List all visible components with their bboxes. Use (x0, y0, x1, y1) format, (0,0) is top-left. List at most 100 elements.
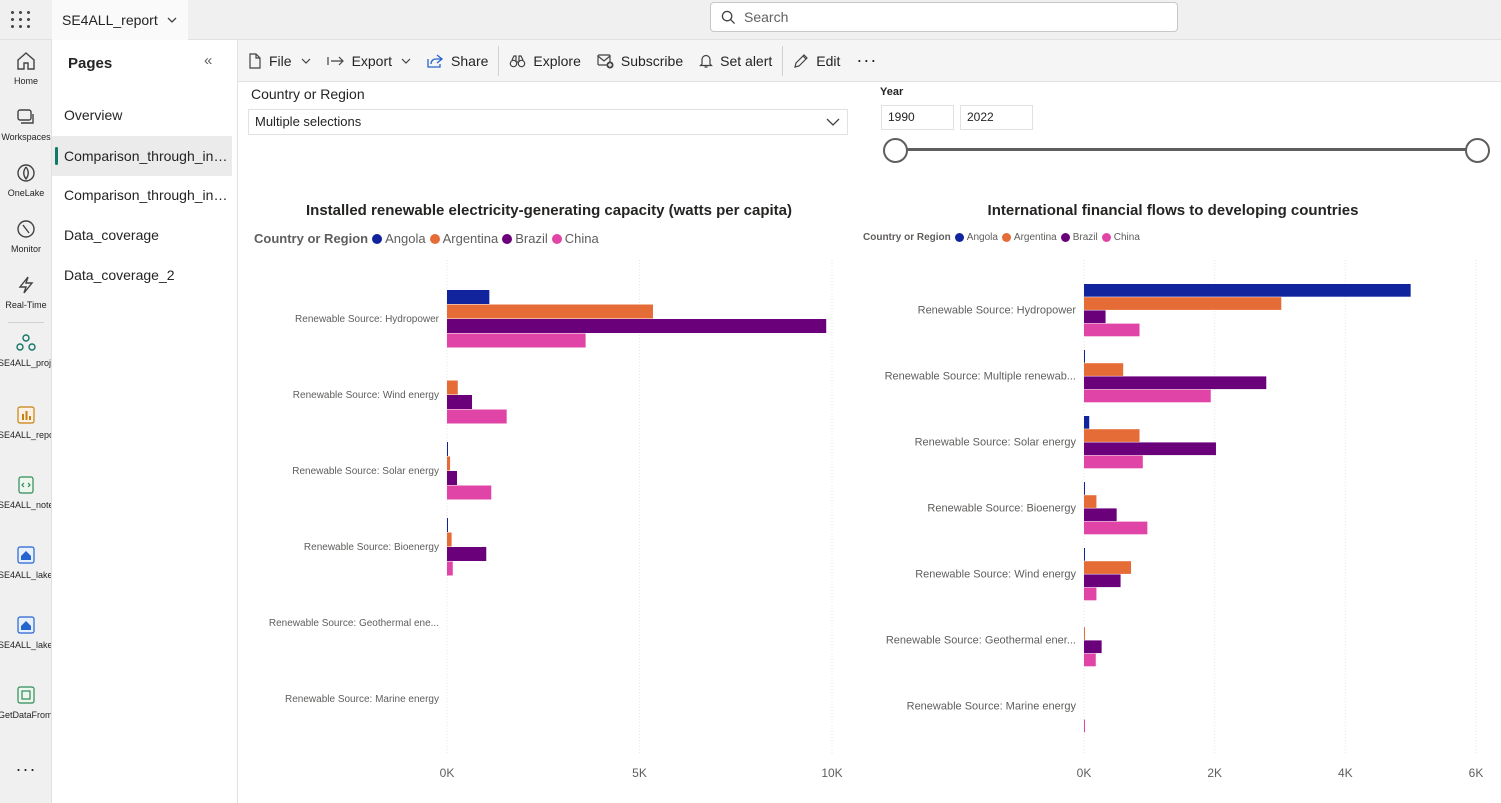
chevron-down-icon (167, 17, 177, 23)
rail-item-getdatafromapi[interactable]: GetDataFromAPI (0, 684, 52, 722)
bar-angola[interactable] (447, 442, 448, 456)
rail-item-notebook[interactable]: SE4ALL_notebook (0, 474, 51, 512)
rail-item-home[interactable]: Home (0, 50, 51, 88)
bar-angola[interactable] (1084, 482, 1085, 495)
legend-item-argentina[interactable]: Argentina (1001, 232, 1057, 243)
bar-argentina[interactable] (1084, 561, 1132, 574)
legend-marker (1060, 233, 1070, 242)
page-tab-comparison-1[interactable]: Comparison_through_indicators (52, 136, 232, 176)
bar-brazil[interactable] (447, 319, 827, 333)
legend-item-argentina[interactable]: Argentina (429, 231, 498, 246)
bar-china[interactable] (1084, 719, 1085, 733)
category-label: Renewable Source: Bioenergy (304, 542, 439, 553)
rail-label: SE4ALL_lakehouse (0, 640, 51, 650)
rail-label: GetDataFromAPI (0, 710, 52, 720)
legend-item-brazil[interactable]: Brazil (502, 231, 548, 246)
rail-more-icon[interactable]: ··· (0, 760, 51, 778)
export-menu-button[interactable]: Export (319, 45, 419, 77)
bar-brazil[interactable] (1084, 310, 1106, 324)
more-options-icon[interactable]: ··· (848, 45, 885, 77)
bar-brazil[interactable] (447, 547, 487, 561)
bar-argentina[interactable] (1084, 297, 1282, 310)
category-label: Renewable Source: Geothermal ene... (269, 618, 439, 629)
bar-brazil[interactable] (1084, 508, 1117, 522)
page-tab-comparison-2[interactable]: Comparison_through_indicators_2 (52, 175, 232, 215)
bar-china[interactable] (1084, 521, 1148, 535)
edit-button[interactable]: Edit (785, 45, 848, 77)
page-tab-data-coverage-2[interactable]: Data_coverage_2 (52, 255, 232, 295)
bar-china[interactable] (1084, 389, 1211, 403)
rail-item-workspaces[interactable]: Workspaces (0, 106, 51, 144)
bar-china[interactable] (447, 333, 586, 348)
legend-item-angola[interactable]: Angola (372, 231, 426, 246)
rail-item-real-time[interactable]: Real-Time (0, 274, 51, 312)
bar-brazil[interactable] (1084, 574, 1121, 588)
page-tab-overview[interactable]: Overview (52, 95, 232, 135)
legend-label: Angola (966, 232, 998, 243)
country-slicer-dropdown[interactable]: Multiple selections (248, 109, 848, 135)
bar-china[interactable] (447, 561, 453, 576)
bar-china[interactable] (1084, 323, 1140, 337)
year-slider-end-handle[interactable] (1465, 138, 1490, 163)
chevron-down-icon (401, 58, 411, 64)
bar-argentina[interactable] (1084, 429, 1140, 442)
rail-label: SE4ALL_report (0, 430, 51, 440)
bar-brazil[interactable] (447, 395, 473, 409)
bar-argentina[interactable] (1084, 627, 1085, 640)
rail-item-lakehouse-1[interactable]: SE4ALL_lakehouse (0, 544, 51, 582)
bar-argentina[interactable] (447, 304, 653, 319)
file-menu-button[interactable]: File (240, 45, 319, 77)
bar-angola[interactable] (1084, 284, 1411, 297)
set-alert-button[interactable]: Set alert (691, 45, 780, 77)
bar-argentina[interactable] (447, 456, 451, 471)
bar-china[interactable] (447, 485, 492, 500)
bar-argentina[interactable] (447, 532, 452, 547)
legend-item-china[interactable]: China (1101, 232, 1140, 243)
rail-item-onelake[interactable]: OneLake (0, 162, 51, 200)
legend-marker (372, 233, 383, 244)
rail-item-monitor[interactable]: Monitor (0, 218, 51, 256)
bar-argentina[interactable] (447, 380, 458, 395)
search-placeholder: Search (744, 9, 789, 25)
year-from-input[interactable]: 1990 (881, 105, 954, 130)
bar-argentina[interactable] (1084, 363, 1124, 376)
file-icon (249, 52, 261, 69)
app-launcher-icon[interactable] (9, 9, 30, 29)
bar-angola[interactable] (447, 290, 490, 304)
bar-angola[interactable] (1084, 416, 1090, 429)
bar-angola[interactable] (447, 518, 448, 532)
subscribe-button[interactable]: Subscribe (589, 45, 691, 77)
legend-marker (1101, 233, 1111, 242)
bar-brazil[interactable] (1084, 442, 1216, 456)
year-slider-start-handle[interactable] (883, 138, 908, 163)
year-slicer-title: Year (880, 86, 904, 98)
bar-angola[interactable] (1084, 350, 1085, 363)
bar-brazil[interactable] (1084, 640, 1102, 654)
legend-title: Country or Region (254, 231, 369, 246)
bar-angola[interactable] (1084, 548, 1085, 561)
bar-china[interactable] (1084, 455, 1143, 469)
page-tab-data-coverage[interactable]: Data_coverage (52, 215, 232, 255)
year-slider-track[interactable] (896, 148, 1478, 151)
bar-argentina[interactable] (1084, 495, 1097, 508)
legend-item-china[interactable]: China (551, 231, 599, 246)
report-name-dropdown[interactable]: SE4ALL_report (52, 0, 188, 40)
bar-china[interactable] (447, 409, 507, 424)
rail-item-report[interactable]: SE4ALL_report (0, 404, 51, 442)
legend-item-angola[interactable]: Angola (954, 232, 998, 243)
year-to-input[interactable]: 2022 (960, 105, 1033, 130)
bar-brazil[interactable] (1084, 376, 1267, 390)
collapse-pane-icon[interactable]: « (204, 52, 222, 70)
bar-china[interactable] (1084, 587, 1097, 601)
country-slicer-title: Country or Region (251, 86, 365, 102)
legend-item-brazil[interactable]: Brazil (1060, 232, 1098, 243)
search-input[interactable]: Search (710, 2, 1178, 32)
legend-label: China (564, 231, 599, 246)
explore-button[interactable]: Explore (501, 45, 588, 77)
report-icon (17, 406, 35, 424)
bar-brazil[interactable] (447, 471, 458, 485)
rail-item-lakehouse-2[interactable]: SE4ALL_lakehouse (0, 614, 51, 652)
bar-china[interactable] (1084, 653, 1096, 667)
rail-item-project[interactable]: SE4ALL_project (0, 332, 51, 370)
share-button[interactable]: Share (419, 45, 496, 77)
